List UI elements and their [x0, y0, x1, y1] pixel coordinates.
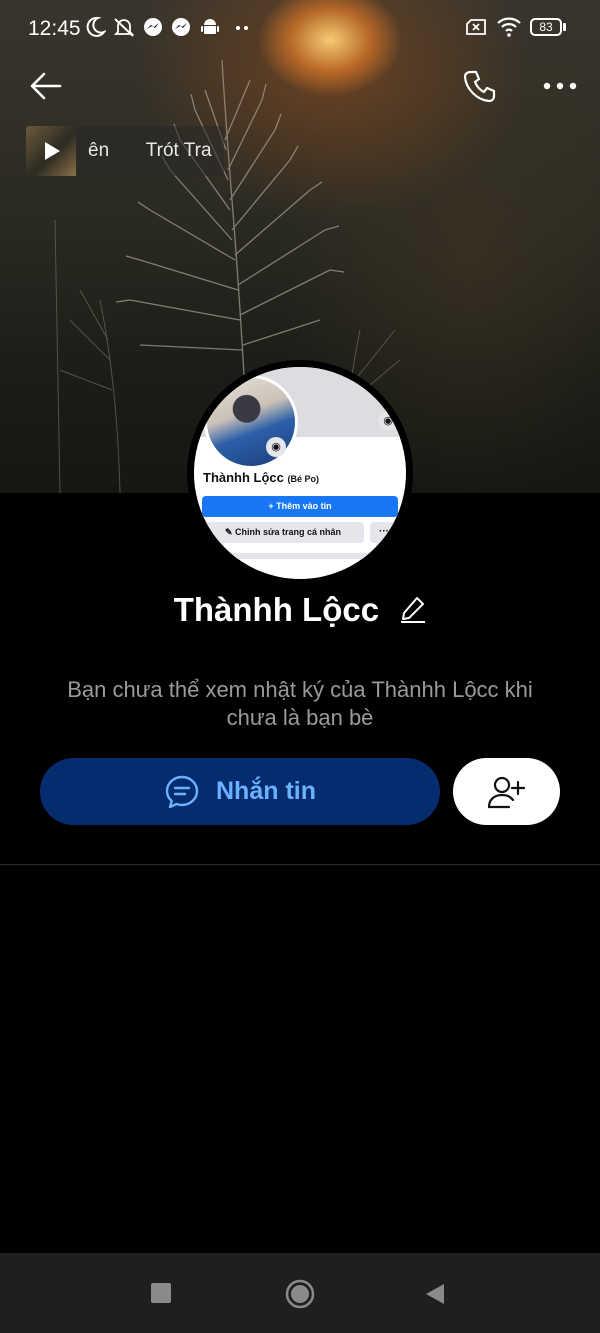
camera-icon: ◉: [378, 411, 398, 431]
status-time: 12:45: [28, 17, 81, 40]
more-dots-icon: [236, 26, 248, 30]
camera-icon: ◉: [266, 437, 286, 457]
avatar-image: ◉ ◉ Thànhh Lộcc (Bé Po) + Thêm vào tin ✎…: [194, 367, 406, 579]
pencil-icon: ✎: [224, 527, 235, 537]
more-horizontal-icon[interactable]: [541, 76, 579, 96]
avatar-person-photo: [204, 375, 298, 469]
avatar-screenshot-name-text: Thànhh Lộcc: [203, 470, 284, 485]
section-divider: [0, 864, 600, 865]
battery-icon: 83: [530, 18, 562, 36]
recent-apps-icon[interactable]: [150, 1282, 172, 1304]
arrow-left-icon[interactable]: [28, 68, 64, 104]
add-friend-button[interactable]: [453, 758, 560, 825]
edit-pencil-icon[interactable]: [400, 595, 426, 624]
no-sim-icon: [466, 19, 486, 35]
profile-music-chip[interactable]: ên Trót Tra: [26, 126, 224, 176]
friend-restriction-notice: Bạn chưa thể xem nhật ký của Thànhh Lộcc…: [67, 677, 533, 730]
message-button[interactable]: Nhắn tin: [40, 758, 440, 825]
avatar-screenshot-more: ···: [370, 522, 398, 543]
phone-icon[interactable]: [462, 68, 498, 104]
avatar-screenshot-add-story: + Thêm vào tin: [202, 496, 398, 517]
message-button-label: Nhắn tin: [216, 777, 316, 805]
muted-bell-icon: [113, 18, 135, 37]
system-navigation-bar: [0, 1253, 600, 1333]
android-icon: [201, 19, 219, 34]
wifi-icon: [497, 17, 521, 37]
battery-tip: [563, 23, 566, 31]
profile-name-text: Thànhh Lộcc: [173, 591, 380, 628]
battery-level: 83: [539, 20, 553, 34]
avatar-screenshot-edit-profile: ✎ Chỉnh sửa trang cá nhân: [202, 522, 364, 543]
avatar[interactable]: ◉ ◉ Thànhh Lộcc (Bé Po) + Thêm vào tin ✎…: [187, 360, 413, 586]
avatar-screenshot-divider: [202, 553, 398, 559]
back-triangle-icon[interactable]: [424, 1282, 446, 1306]
avatar-screenshot-edit-label: Chỉnh sửa trang cá nhân: [235, 527, 342, 537]
moon-icon: [86, 16, 106, 37]
home-icon[interactable]: [285, 1279, 315, 1309]
chat-bubble-icon: [165, 775, 199, 808]
profile-name: Thànhh Lộcc: [0, 591, 600, 629]
avatar-screenshot-name: Thànhh Lộcc (Bé Po): [203, 470, 319, 485]
play-icon[interactable]: [42, 141, 62, 161]
messenger-icon: [172, 18, 190, 36]
music-title: ên Trót Tra: [88, 140, 212, 161]
messenger-icon: [144, 18, 162, 36]
add-friend-icon: [487, 776, 525, 808]
status-bar: 12:45 83: [0, 0, 600, 58]
avatar-screenshot-nickname: (Bé Po): [287, 474, 320, 484]
